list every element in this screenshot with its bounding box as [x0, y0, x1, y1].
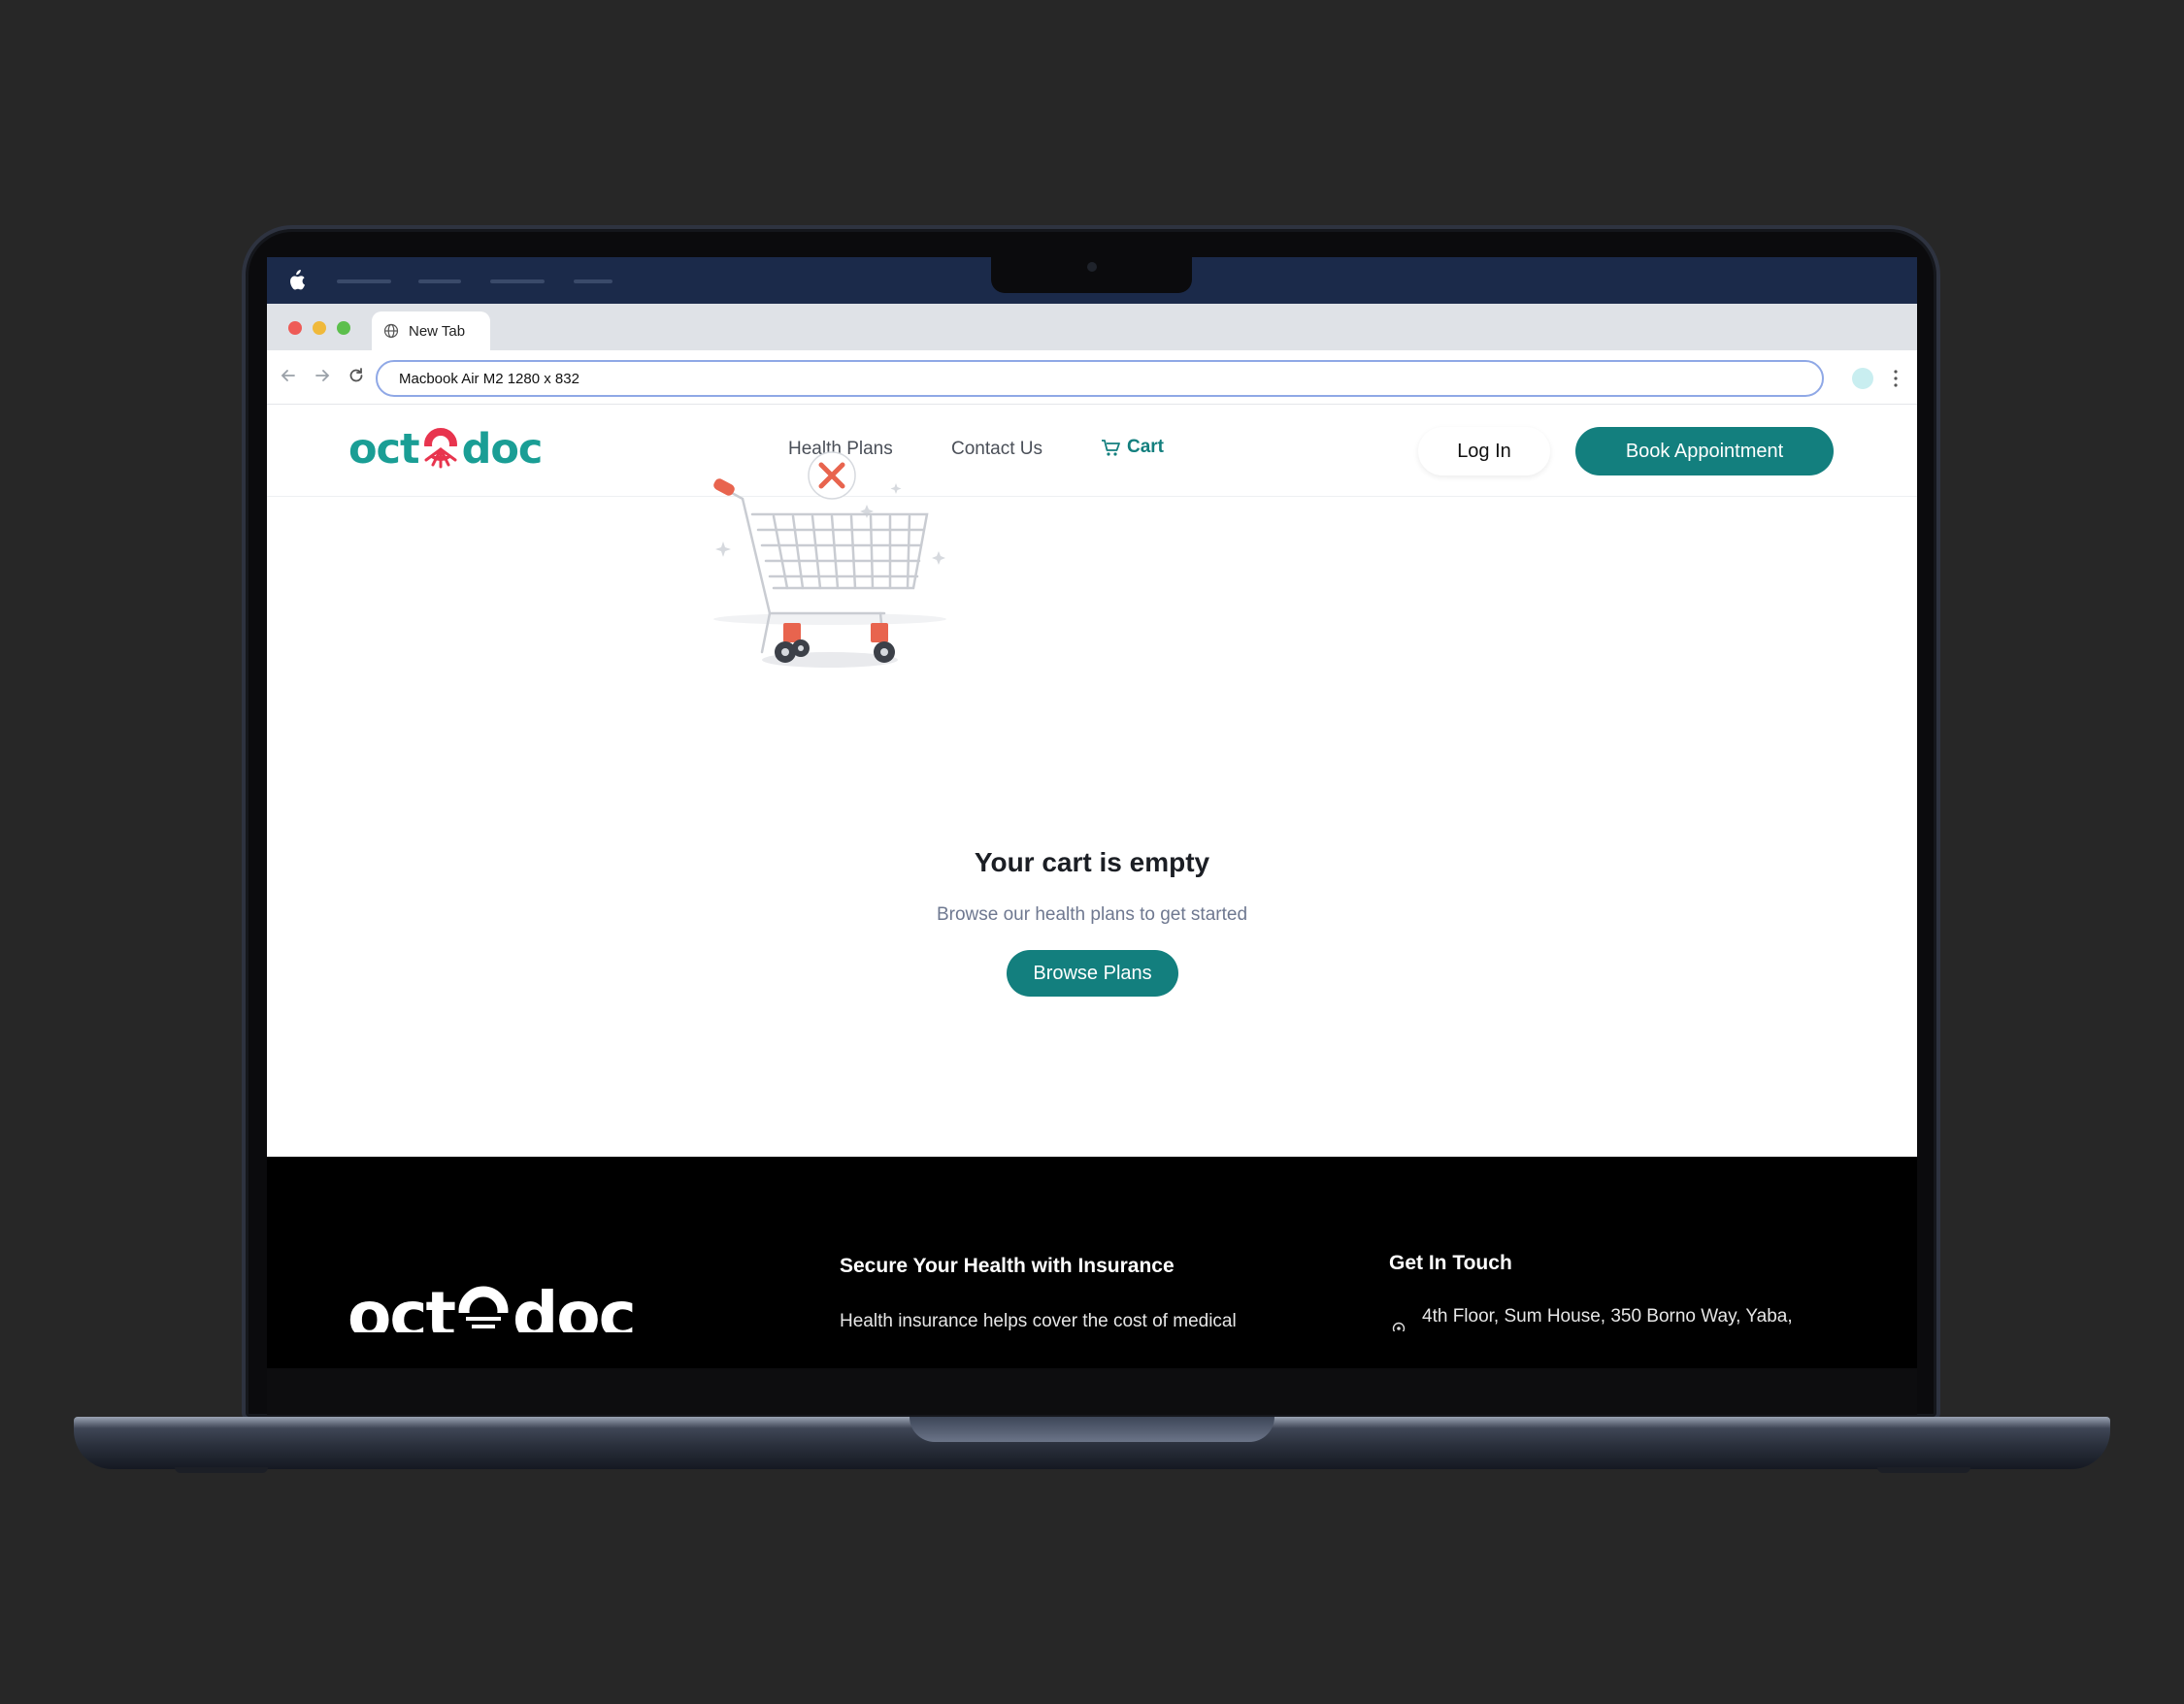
octodoc-logo[interactable]: oct doc: [348, 422, 544, 476]
footer-tagline-heading: Secure Your Health with Insurance: [840, 1255, 1175, 1277]
nav-cart-label: Cart: [1127, 437, 1165, 457]
menu-item-placeholder[interactable]: [490, 279, 545, 283]
screen-bottom-bezel: [267, 1368, 1917, 1415]
forward-arrow-icon[interactable]: [313, 366, 332, 385]
menu-item-placeholder[interactable]: [574, 279, 612, 283]
menu-item-placeholder[interactable]: [337, 279, 391, 283]
nav-cart[interactable]: Cart: [1100, 437, 1164, 458]
reload-icon[interactable]: [347, 366, 366, 385]
address-bar[interactable]: Macbook Air M2 1280 x 832: [376, 360, 1824, 397]
tab-title: New Tab: [409, 322, 466, 340]
laptop-hinge-notch: [910, 1417, 1274, 1442]
laptop-screen: New Tab Macbook Air M2 1280 x 832 oct do…: [267, 257, 1917, 1368]
footer-address: 4th Floor, Sum House, 350 Borno Way, Yab…: [1422, 1306, 1793, 1327]
cart-icon: [1102, 440, 1120, 456]
address-bar-text: Macbook Air M2 1280 x 832: [399, 370, 579, 387]
menu-item-placeholder[interactable]: [418, 279, 461, 283]
browse-plans-button[interactable]: Browse Plans: [1007, 950, 1178, 997]
footer-logo-text-left: oct: [347, 1284, 456, 1332]
apple-icon[interactable]: [286, 270, 306, 291]
footer-logo[interactable]: oct doc: [347, 1284, 648, 1332]
empty-cart-title: Your cart is empty: [974, 847, 1210, 877]
camera-icon: [1087, 262, 1097, 272]
footer-contact-heading: Get In Touch: [1389, 1252, 1512, 1274]
logo-text-left: oct: [348, 425, 420, 474]
profile-icon[interactable]: [1852, 368, 1873, 389]
logo-mark-icon: [422, 428, 458, 469]
empty-cart-subtitle: Browse our health plans to get started: [936, 904, 1248, 925]
footer-logo-mark-icon: [456, 1286, 512, 1332]
web-page: oct doc Health Plans Contact Us Cart Log…: [267, 405, 1917, 1157]
login-button[interactable]: Log In: [1418, 427, 1550, 475]
camera-notch: [991, 254, 1192, 293]
nav-contact-us[interactable]: Contact Us: [951, 439, 1042, 460]
browser-tab[interactable]: New Tab: [372, 311, 490, 350]
site-header: oct doc Health Plans Contact Us Cart Log…: [267, 405, 1917, 497]
footer-tagline-text: Health insurance helps cover the cost of…: [840, 1311, 1237, 1331]
browser-tab-bar: [267, 304, 1917, 350]
footer-logo-text-right: doc: [513, 1284, 637, 1332]
shopping-cart-illustration: [713, 451, 946, 668]
laptop-foot: [175, 1467, 268, 1473]
location-icon: [1392, 1322, 1406, 1331]
close-window-button[interactable]: [288, 321, 302, 335]
more-icon[interactable]: [1894, 369, 1898, 388]
close-badge-icon: [808, 451, 856, 500]
minimize-window-button[interactable]: [313, 321, 326, 335]
globe-icon: [383, 323, 399, 339]
laptop-foot: [1877, 1467, 1970, 1473]
back-arrow-icon[interactable]: [279, 366, 298, 385]
logo-text-right: doc: [461, 425, 544, 474]
maximize-window-button[interactable]: [337, 321, 350, 335]
book-appointment-button[interactable]: Book Appointment: [1575, 427, 1834, 475]
